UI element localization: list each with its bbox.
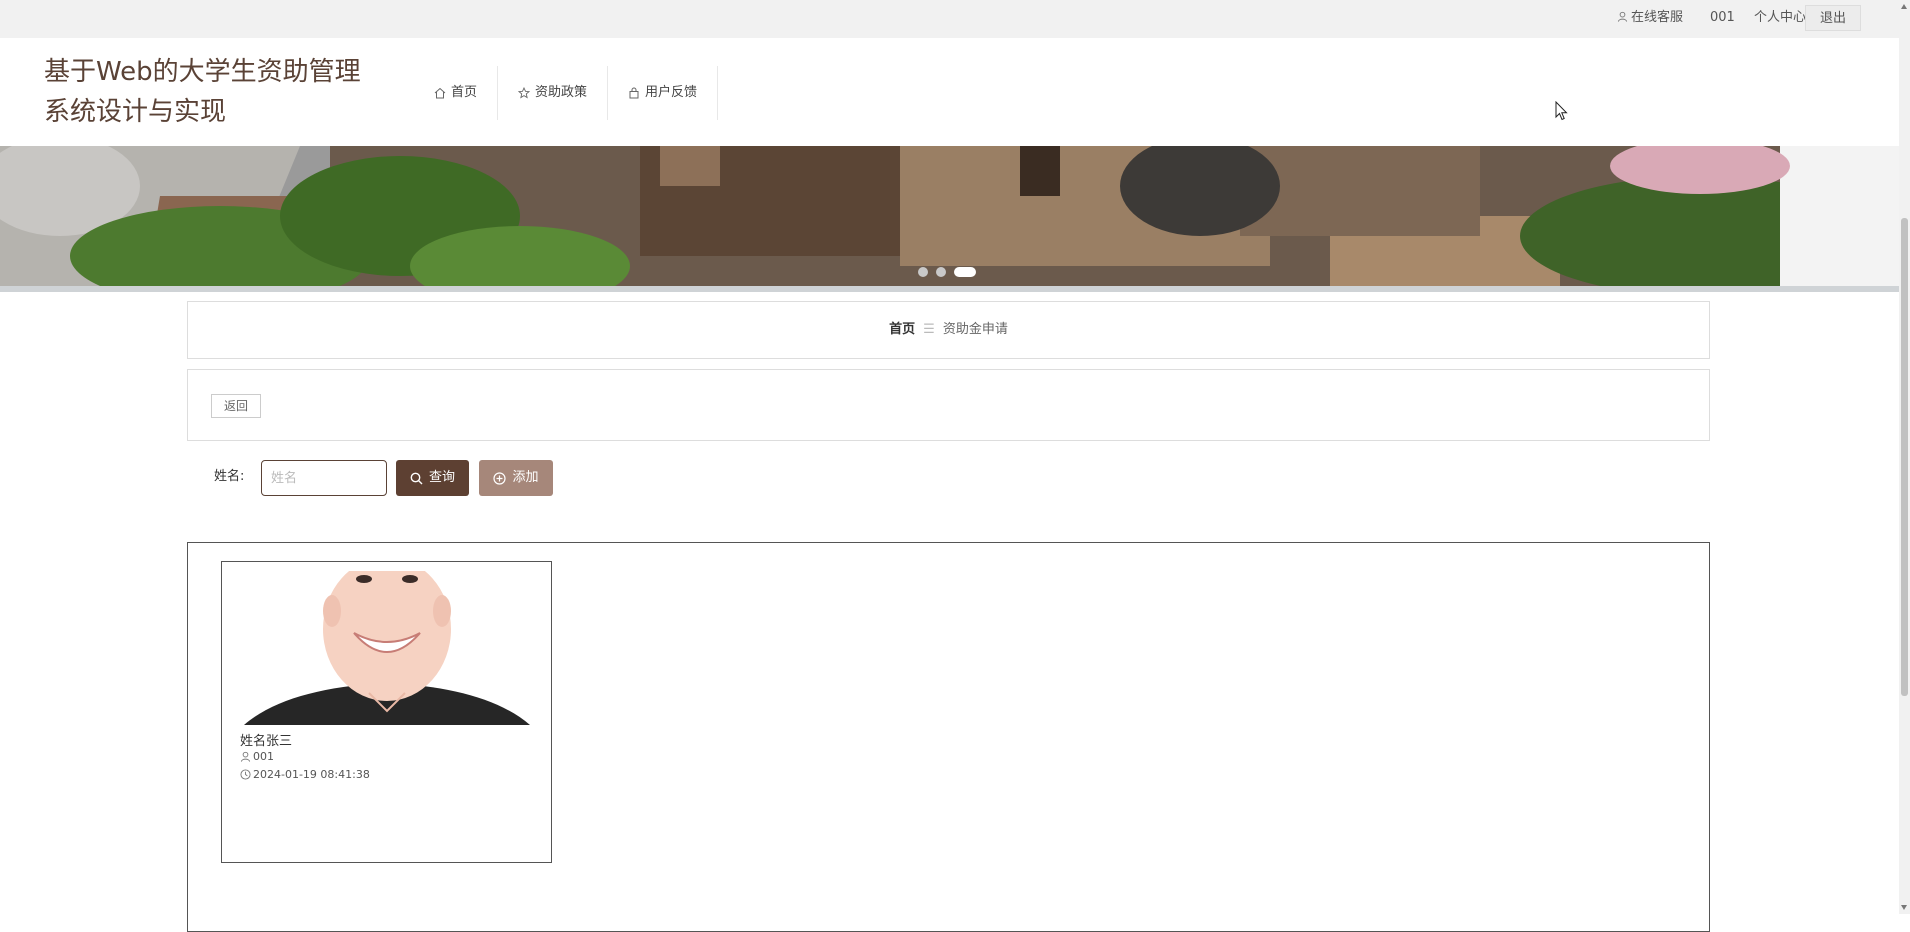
nav-label: 资助政策 [535, 85, 588, 100]
search-button-label: 查询 [428, 470, 455, 485]
breadcrumb-home[interactable]: 首页 [889, 322, 915, 337]
nav-label: 用户反馈 [645, 85, 698, 100]
time-value: 2024-01-19 08:41:38 [253, 768, 370, 781]
list-item[interactable]: 姓名张三 001 2024-01-19 08:41:38 [221, 561, 552, 863]
carousel-dot[interactable] [936, 267, 946, 277]
star-icon [518, 87, 531, 99]
name-filter-label: 姓名: [214, 469, 245, 484]
carousel-dots [918, 267, 984, 277]
breadcrumb: 首页 ☰ 资助金申请 [187, 301, 1710, 359]
add-button[interactable]: 添加 [479, 460, 553, 496]
bag-icon [629, 87, 639, 99]
scroll-thumb[interactable] [1901, 218, 1908, 696]
nav-item-policy[interactable]: 资助政策 [498, 66, 609, 120]
account-meta: 001 [240, 750, 274, 763]
breadcrumb-current: 资助金申请 [942, 322, 1008, 337]
scroll-up-icon[interactable] [1901, 4, 1907, 9]
applicant-photo [244, 571, 530, 725]
add-circle-icon [493, 471, 507, 485]
search-button[interactable]: 查询 [396, 460, 469, 496]
name-search-input[interactable] [261, 460, 387, 496]
carousel-dot[interactable] [918, 267, 928, 277]
time-meta: 2024-01-19 08:41:38 [240, 768, 370, 781]
main-nav: 首页 资助政策 用户反馈 [414, 66, 719, 120]
user-icon [240, 751, 251, 762]
back-button[interactable]: 返回 [211, 394, 262, 418]
home-icon [434, 87, 446, 99]
username-link[interactable]: 001 [1710, 0, 1735, 38]
add-button-label: 添加 [512, 470, 539, 485]
logout-button[interactable]: 退出 [1804, 5, 1861, 31]
profile-link[interactable]: 个人中心 [1754, 0, 1806, 38]
account-value: 001 [253, 750, 274, 763]
top-utility-bar: 在线客服 001 个人中心 退出 [0, 0, 1899, 38]
application-list: 姓名张三 001 2024-01-19 08:41:38 [187, 542, 1710, 932]
site-title: 基于Web的大学生资助管理系统设计与实现 [44, 57, 361, 127]
page-scrollbar[interactable] [1899, 0, 1910, 914]
online-service-link[interactable]: 在线客服 [1617, 0, 1683, 38]
online-service-label: 在线客服 [1631, 10, 1684, 25]
site-header: 基于Web的大学生资助管理系统设计与实现 首页 资助政策 用户反馈 [0, 38, 1899, 146]
action-bar: 返回 [187, 369, 1710, 441]
applicant-name: 姓名张三 [240, 734, 293, 749]
search-icon [410, 472, 423, 484]
mouse-cursor-icon [1555, 101, 1568, 121]
scroll-down-icon[interactable] [1901, 905, 1907, 910]
breadcrumb-separator-icon: ☰ [923, 322, 935, 337]
nav-label: 首页 [451, 85, 478, 100]
nav-item-home[interactable]: 首页 [414, 66, 499, 120]
user-icon [1617, 11, 1628, 22]
portrait-image [244, 571, 530, 725]
nav-item-feedback[interactable]: 用户反馈 [608, 66, 719, 120]
carousel-dot-active[interactable] [954, 267, 976, 277]
clock-icon [240, 769, 251, 780]
